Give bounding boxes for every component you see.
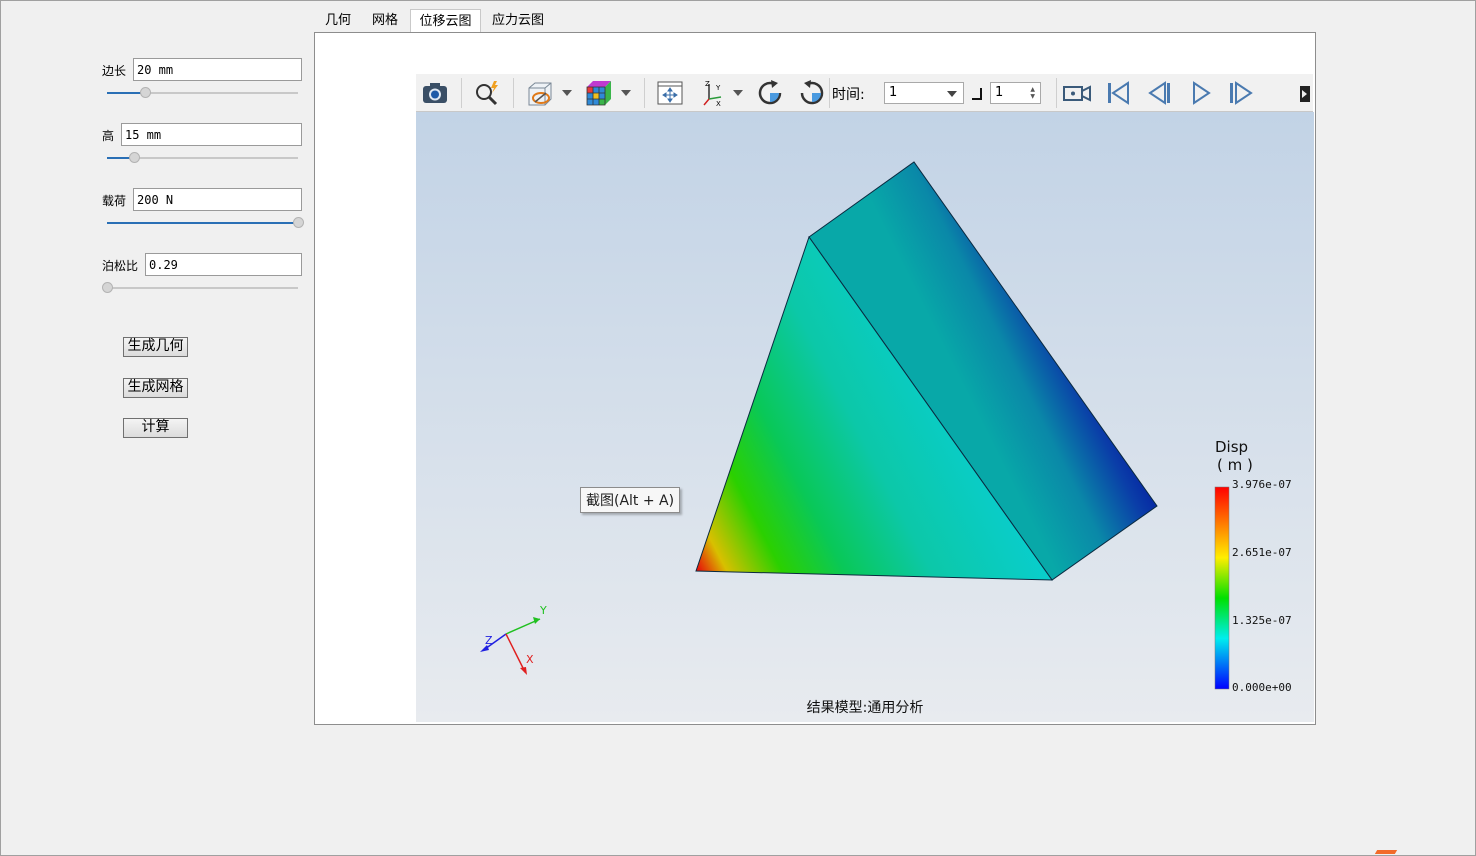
fit-all-icon[interactable]	[655, 78, 685, 108]
legend-color-bar	[1214, 486, 1230, 690]
step-icon	[972, 88, 982, 100]
svg-text:Y: Y	[715, 84, 721, 92]
triad-z-label: Z	[485, 634, 493, 647]
legend-min-value: 0.000e+00	[1232, 681, 1292, 694]
step-spinbox[interactable]: 1 ▲ ▼	[990, 82, 1041, 104]
legend-value: 1.325e-07	[1232, 614, 1292, 627]
chevron-down-icon[interactable]	[733, 90, 743, 96]
triad-y-label: Y	[539, 604, 547, 617]
play-icon[interactable]	[1186, 78, 1216, 108]
height-input[interactable]: 15 mm	[121, 123, 302, 146]
chevron-down-icon[interactable]	[562, 90, 572, 96]
time-select[interactable]: 1	[884, 82, 964, 104]
first-frame-icon[interactable]	[1103, 78, 1133, 108]
height-slider[interactable]	[107, 152, 298, 163]
step-spinbox-value: 1	[995, 85, 1004, 100]
tab-displacement[interactable]: 位移云图	[410, 9, 481, 33]
corner-decoration	[1374, 850, 1398, 854]
toolbar-separator	[644, 78, 645, 108]
camera-icon[interactable]	[420, 78, 450, 108]
model-caption: 结果模型:通用分析	[806, 700, 924, 716]
toolbar-separator	[1056, 78, 1057, 108]
generate-geometry-button[interactable]: 生成几何	[123, 337, 188, 357]
display-mode-icon[interactable]	[524, 78, 554, 108]
tab-geometry[interactable]: 几何	[318, 9, 358, 33]
chevron-down-icon[interactable]	[621, 90, 631, 96]
load-label: 载荷	[102, 194, 127, 208]
time-select-value: 1	[889, 85, 898, 100]
svg-text:Z: Z	[705, 80, 710, 88]
poisson-slider[interactable]	[102, 282, 298, 293]
rotate-cw-icon[interactable]	[755, 78, 785, 108]
video-record-icon[interactable]	[1062, 78, 1092, 108]
axis-view-icon[interactable]: ZYX	[699, 78, 729, 108]
previous-frame-icon[interactable]	[1144, 78, 1174, 108]
screenshot-tooltip: 截图(Alt + A)	[580, 487, 681, 513]
edge-input[interactable]: 20 mm	[133, 58, 302, 81]
height-label: 高	[102, 129, 115, 143]
load-slider[interactable]	[107, 217, 304, 228]
next-frame-icon[interactable]	[1226, 78, 1256, 108]
legend-title: Disp	[1215, 438, 1249, 456]
toolbar-overflow-icon[interactable]	[1298, 84, 1312, 104]
load-input[interactable]: 200 N	[133, 188, 302, 211]
edge-label: 边长	[102, 64, 127, 78]
triad-x-label: X	[526, 653, 534, 666]
edge-slider[interactable]	[107, 87, 298, 98]
legend-value: 2.651e-07	[1232, 546, 1292, 559]
poisson-label: 泊松比	[102, 259, 139, 273]
legend-unit: ( m )	[1217, 456, 1253, 474]
tab-stress[interactable]: 应力云图	[487, 9, 549, 33]
slider-handle[interactable]	[293, 217, 304, 228]
3d-viewport[interactable]: Y Z X Disp ( m ) 3.976e-07 2.651e-07 1.3…	[416, 112, 1314, 722]
slider-handle[interactable]	[102, 282, 113, 293]
toolbar-separator	[513, 78, 514, 108]
generate-mesh-button[interactable]: 生成网格	[123, 378, 188, 398]
spin-arrows-icon[interactable]: ▲ ▼	[1030, 86, 1035, 100]
rotate-ccw-icon[interactable]	[797, 78, 827, 108]
svg-text:X: X	[716, 100, 721, 108]
toolbar-separator	[461, 78, 462, 108]
tab-mesh[interactable]: 网格	[365, 9, 405, 33]
time-label: 时间:	[832, 87, 865, 103]
triad-x-axis	[505, 633, 526, 673]
compute-button[interactable]: 计算	[123, 418, 188, 438]
poisson-input[interactable]: 0.29	[145, 253, 302, 276]
legend-max-value: 3.976e-07	[1232, 478, 1292, 491]
toolbar-separator	[829, 78, 830, 108]
color-cube-icon[interactable]	[584, 78, 614, 108]
zoom-fit-icon[interactable]	[472, 78, 502, 108]
chevron-down-icon	[947, 91, 957, 97]
result-model: Y Z X	[480, 161, 1230, 690]
slider-handle[interactable]	[128, 152, 140, 163]
